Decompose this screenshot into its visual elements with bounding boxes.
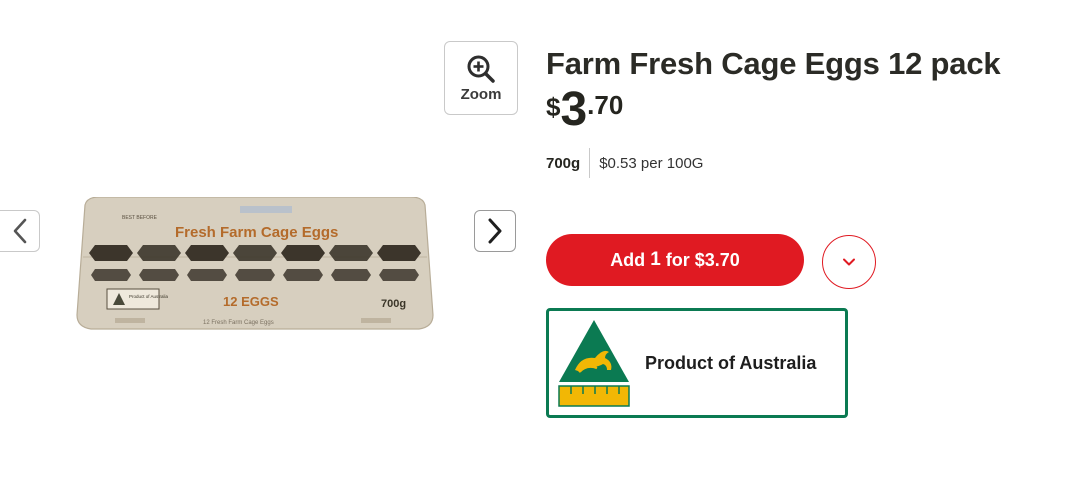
zoom-label: Zoom xyxy=(460,85,502,103)
next-image-button[interactable] xyxy=(474,210,516,252)
add-quantity: 1 xyxy=(650,249,661,270)
product-title: Farm Fresh Cage Eggs 12 pack xyxy=(546,46,1001,81)
chevron-down-icon xyxy=(843,258,855,266)
carton-badge-text: Product of Australia xyxy=(129,294,169,299)
origin-label: Product of Australia xyxy=(645,352,817,373)
add-prefix: Add xyxy=(610,249,646,270)
carton-weight-text: 700g xyxy=(381,298,406,310)
zoom-button[interactable]: Zoom xyxy=(444,41,518,115)
price-currency: $ xyxy=(546,92,561,122)
add-to-cart-button[interactable]: Add 1 for $3.70 xyxy=(546,234,804,286)
australian-made-logo-icon xyxy=(558,320,630,407)
price-dollars: 3 xyxy=(560,83,588,136)
chevron-left-icon xyxy=(13,218,26,244)
carton-footer-text: 12 Fresh Farm Cage Eggs xyxy=(203,320,274,326)
zoom-in-icon xyxy=(467,55,495,83)
previous-image-button[interactable] xyxy=(0,210,40,252)
unit-price: $0.53 per 100G xyxy=(599,154,704,172)
carton-count-text: 12 EGGS xyxy=(223,294,279,309)
unit-info: 700g $0.53 per 100G xyxy=(546,148,703,178)
product-price: $3.70 xyxy=(546,86,623,142)
chevron-right-icon xyxy=(488,218,502,244)
svg-text:12 Fresh Farm Cage Eggs: 12 Fresh Farm Cage Eggs xyxy=(203,320,274,326)
country-of-origin-panel: Product of Australia xyxy=(546,308,848,418)
carton-brand-text: Fresh Farm Cage Eggs xyxy=(175,224,338,241)
quantity-options-button[interactable] xyxy=(822,235,876,289)
svg-text:Product of Australia: Product of Australia xyxy=(129,294,169,299)
product-image: BEST BEFORE Fresh Farm Cage Eggs Product… xyxy=(76,197,434,330)
package-size: 700g xyxy=(546,148,591,178)
carton-best-before-text: BEST BEFORE xyxy=(122,215,158,221)
add-suffix: for $3.70 xyxy=(665,249,740,270)
price-cents: .70 xyxy=(587,90,624,120)
svg-text:BEST BEFORE: BEST BEFORE xyxy=(122,215,158,221)
